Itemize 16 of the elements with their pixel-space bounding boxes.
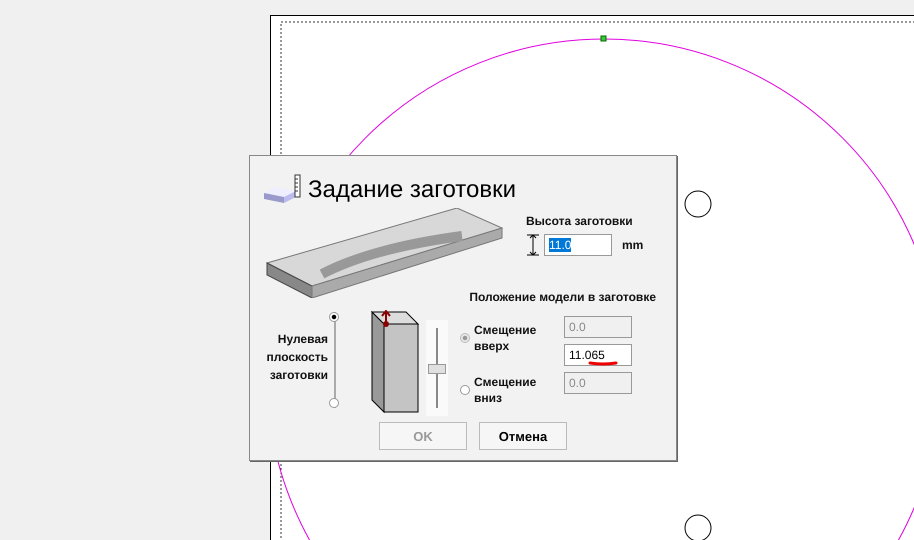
- offset-value-field[interactable]: 11.065: [564, 344, 632, 366]
- slider-thumb[interactable]: [428, 364, 446, 374]
- zero-plane-radio[interactable]: [329, 398, 339, 408]
- position-label: Положение модели в заготовке: [469, 290, 656, 304]
- offset-slider[interactable]: [426, 320, 448, 416]
- height-dimension-icon: [526, 234, 540, 256]
- zero-plane-label: Нулевая плоскость заготовки: [265, 331, 328, 384]
- height-input[interactable]: 11.0: [544, 234, 612, 256]
- dialog-title: Задание заготовки: [308, 176, 516, 204]
- offset-radio[interactable]: [460, 385, 470, 395]
- offset-label: Смещение вниз: [474, 374, 538, 406]
- dialog-button[interactable]: Отмена: [479, 422, 567, 450]
- zero-plane-radio[interactable]: [329, 312, 339, 322]
- unit-label: mm: [622, 238, 644, 252]
- height-label: Высота заготовки: [526, 214, 634, 228]
- offset-label: Смещение вверх: [474, 322, 538, 354]
